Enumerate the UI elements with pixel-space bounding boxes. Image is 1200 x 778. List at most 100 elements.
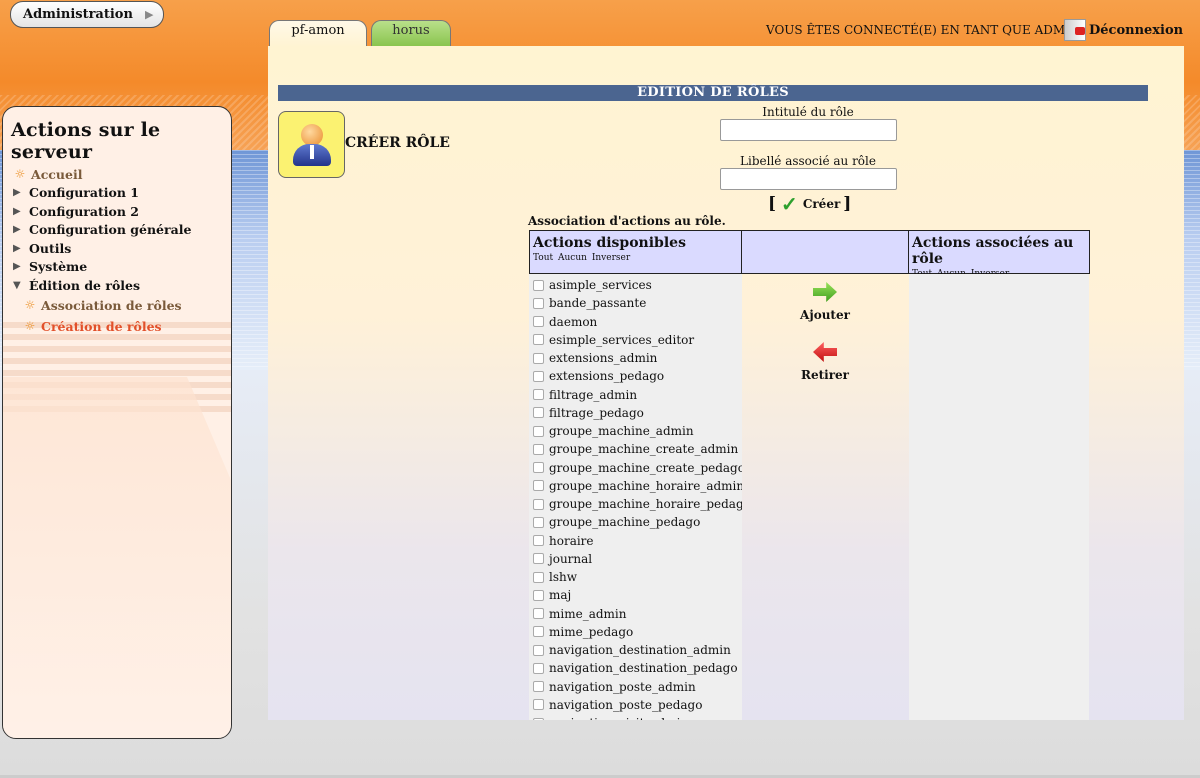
administration-menu-button[interactable]: Administration ▶ bbox=[10, 1, 164, 28]
action-label: esimple_services_editor bbox=[549, 332, 695, 347]
associated-actions-list[interactable] bbox=[909, 274, 1089, 720]
list-item[interactable]: mime_admin bbox=[529, 605, 742, 623]
list-item[interactable]: daemon bbox=[529, 313, 742, 331]
associated-actions-title: Actions associées au rôle bbox=[912, 235, 1074, 267]
action-checkbox[interactable] bbox=[533, 699, 544, 711]
role-desc-label: Libellé associé au rôle bbox=[740, 154, 876, 168]
tab-pf-amon[interactable]: pf-amon bbox=[269, 20, 367, 49]
list-item[interactable]: navigation_visit_admin bbox=[529, 714, 742, 720]
sidebar-item-label: Édition de rôles bbox=[29, 277, 141, 293]
action-label: groupe_machine_horaire_admin bbox=[549, 478, 742, 493]
remove-button[interactable]: Retirer bbox=[775, 342, 875, 382]
action-label: groupe_machine_admin bbox=[549, 424, 694, 439]
role-title-input[interactable] bbox=[720, 119, 897, 141]
action-checkbox[interactable] bbox=[533, 425, 544, 437]
list-item[interactable]: maj bbox=[529, 586, 742, 604]
action-label: lshw bbox=[549, 570, 577, 585]
sidebar-item-label: Création de rôles bbox=[41, 318, 162, 334]
list-item[interactable]: filtrage_pedago bbox=[529, 404, 742, 422]
action-checkbox[interactable] bbox=[533, 571, 544, 583]
sidebar-item-label: Configuration 2 bbox=[29, 203, 139, 219]
action-checkbox[interactable] bbox=[533, 279, 544, 291]
role-desc-input[interactable] bbox=[720, 168, 897, 190]
triangle-right-icon: ▶ bbox=[13, 205, 21, 217]
select-invert-link[interactable]: Inverser bbox=[592, 253, 630, 263]
action-checkbox[interactable] bbox=[533, 352, 544, 364]
list-item[interactable]: groupe_machine_create_admin bbox=[529, 440, 742, 458]
action-checkbox[interactable] bbox=[533, 498, 544, 510]
select-none-link[interactable]: Aucun bbox=[558, 253, 587, 263]
tab-horus[interactable]: horus bbox=[371, 20, 451, 48]
logout-button[interactable]: Déconnexion bbox=[1064, 19, 1183, 41]
list-item[interactable]: filtrage_admin bbox=[529, 386, 742, 404]
action-label: groupe_machine_pedago bbox=[549, 515, 701, 530]
sidebar-item-configuration-1[interactable]: ▶ Configuration 1 bbox=[13, 184, 231, 203]
list-item[interactable]: mime_pedago bbox=[529, 623, 742, 641]
sun-icon: ☼ bbox=[24, 298, 36, 312]
user-tie-shape bbox=[310, 145, 314, 159]
action-checkbox[interactable] bbox=[533, 535, 544, 547]
sidebar-item-outils[interactable]: ▶ Outils bbox=[13, 239, 231, 258]
available-actions-list[interactable]: asimple_services bande_passantedaemon esim… bbox=[529, 274, 742, 720]
action-checkbox[interactable] bbox=[533, 297, 544, 309]
sidebar-item-systeme[interactable]: ▶ Système bbox=[13, 258, 231, 277]
list-item[interactable]: navigation_destination_admin bbox=[529, 641, 742, 659]
list-item[interactable]: esimple_services_editor bbox=[529, 331, 742, 349]
main-content: EDITION DE RÔLES CRÉER RÔLE Intitulé du … bbox=[268, 46, 1184, 720]
list-item[interactable]: journal bbox=[529, 550, 742, 568]
sidebar-item-association-de-roles[interactable]: ☼ Association de rôles bbox=[23, 295, 231, 316]
list-item[interactable]: lshw bbox=[529, 568, 742, 586]
action-checkbox[interactable] bbox=[533, 407, 544, 419]
action-label: groupe_machine_horaire_pedago bbox=[549, 497, 742, 512]
list-item[interactable]: navigation_destination_pedago bbox=[529, 659, 742, 677]
add-button[interactable]: Ajouter bbox=[775, 282, 875, 322]
action-checkbox[interactable] bbox=[533, 516, 544, 528]
triangle-right-icon: ▶ bbox=[13, 187, 21, 199]
sidebar-item-label: Outils bbox=[29, 240, 72, 256]
action-label: mime_admin bbox=[549, 606, 627, 621]
action-checkbox[interactable] bbox=[533, 370, 544, 382]
bracket-left: [ bbox=[768, 194, 777, 214]
list-item[interactable]: groupe_machine_create_pedago bbox=[529, 459, 742, 477]
action-checkbox[interactable] bbox=[533, 662, 544, 674]
action-checkbox[interactable] bbox=[533, 644, 544, 656]
list-item[interactable]: navigation_poste_pedago bbox=[529, 696, 742, 714]
list-item[interactable]: groupe_machine_pedago bbox=[529, 513, 742, 531]
list-item[interactable]: extensions_admin bbox=[529, 349, 742, 367]
sidebar-item-configuration-generale[interactable]: ▶ Configuration générale bbox=[13, 221, 231, 240]
action-checkbox[interactable] bbox=[533, 334, 544, 346]
list-item[interactable]: asimple_services bbox=[529, 276, 742, 294]
action-label: bande_passante bbox=[549, 296, 647, 311]
action-label: mime_pedago bbox=[549, 624, 634, 639]
action-checkbox[interactable] bbox=[533, 443, 544, 455]
triangle-right-icon: ▶ bbox=[13, 224, 21, 236]
action-checkbox[interactable] bbox=[533, 608, 544, 620]
action-label: horaire bbox=[549, 533, 594, 548]
action-checkbox[interactable] bbox=[533, 462, 544, 474]
list-item[interactable]: navigation_poste_admin bbox=[529, 678, 742, 696]
select-all-link[interactable]: Tout bbox=[533, 253, 553, 263]
sidebar-item-configuration-2[interactable]: ▶ Configuration 2 bbox=[13, 202, 231, 221]
action-checkbox[interactable] bbox=[533, 626, 544, 638]
list-item[interactable]: groupe_machine_admin bbox=[529, 422, 742, 440]
list-item[interactable]: groupe_machine_horaire_admin bbox=[529, 477, 742, 495]
action-checkbox[interactable] bbox=[533, 316, 544, 328]
logout-label: Déconnexion bbox=[1089, 22, 1184, 38]
action-label: navigation_visit_admin bbox=[549, 716, 688, 720]
list-item[interactable]: horaire bbox=[529, 532, 742, 550]
sidebar-item-creation-de-roles[interactable]: ☼ Création de rôles bbox=[23, 316, 231, 337]
action-checkbox[interactable] bbox=[533, 480, 544, 492]
arrow-right-icon bbox=[813, 282, 837, 302]
list-item[interactable]: extensions_pedago bbox=[529, 367, 742, 385]
list-item[interactable]: groupe_machine_horaire_pedago bbox=[529, 495, 742, 513]
action-checkbox[interactable] bbox=[533, 389, 544, 401]
action-checkbox[interactable] bbox=[533, 717, 544, 720]
create-button[interactable]: [ ✓ Créer ] bbox=[768, 192, 851, 216]
list-item[interactable]: bande_passante bbox=[529, 294, 742, 312]
action-checkbox[interactable] bbox=[533, 553, 544, 565]
sidebar-item-edition-de-roles[interactable]: ▼ Édition de rôles bbox=[13, 276, 231, 295]
sidebar-item-accueil[interactable]: ☼ Accueil bbox=[13, 165, 231, 184]
action-checkbox[interactable] bbox=[533, 589, 544, 601]
action-checkbox[interactable] bbox=[533, 681, 544, 693]
sidebar-item-label: Association de rôles bbox=[41, 297, 182, 313]
